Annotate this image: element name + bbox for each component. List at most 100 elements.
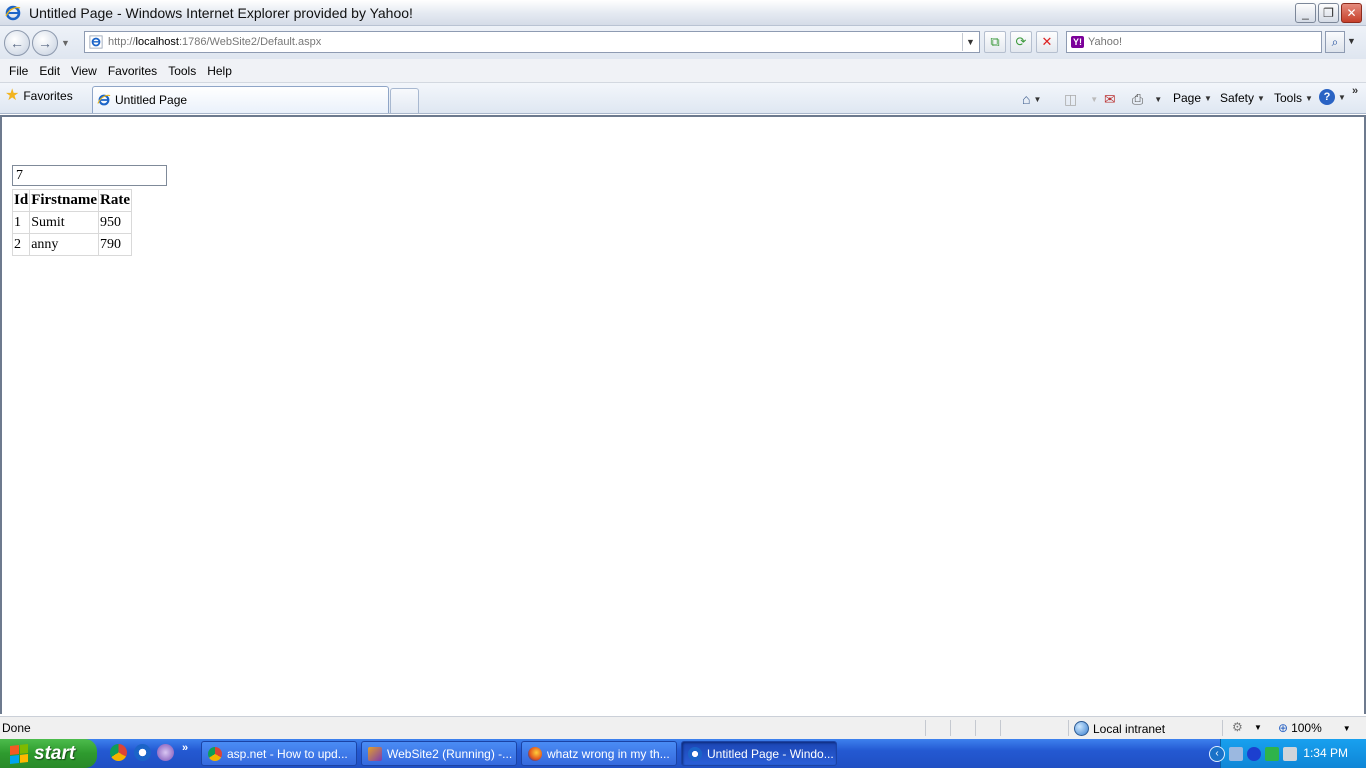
display-icon[interactable] <box>1283 746 1297 761</box>
taskbar-item-firefox[interactable]: whatz wrong in my th... <box>521 741 677 766</box>
favorites-label: Favorites <box>23 89 73 103</box>
back-button[interactable]: ← <box>4 29 30 56</box>
page-menu-label: Page <box>1173 91 1202 105</box>
search-icon[interactable]: ⌕ <box>1325 31 1345 53</box>
minimize-button[interactable]: _ <box>1295 3 1316 23</box>
search-options-dropdown-icon[interactable]: ▼ <box>1347 36 1356 46</box>
start-button[interactable]: start <box>0 739 97 768</box>
restore-button[interactable]: ❐ <box>1318 3 1339 23</box>
windows-taskbar: start » asp.net - How to upd... WebSite2… <box>0 739 1366 768</box>
grid-header-row: Id Firstname Rate <box>11 189 133 212</box>
status-text: Done <box>2 721 31 735</box>
ie-quicklaunch-icon[interactable] <box>134 744 151 761</box>
security-zone[interactable]: Local intranet <box>1074 721 1165 736</box>
bluetooth-icon[interactable] <box>1247 746 1261 761</box>
star-icon: ★ <box>5 87 20 104</box>
forward-button[interactable]: → <box>32 29 58 56</box>
protected-mode-icon[interactable]: ⚙ <box>1232 720 1243 734</box>
address-bar[interactable]: http://localhost:1786/WebSite2/Default.a… <box>84 31 980 53</box>
task-label: whatz wrong in my th... <box>547 746 670 761</box>
new-tab-button[interactable] <box>390 88 419 113</box>
help-button[interactable]: ? ▼ <box>1319 89 1346 105</box>
menu-edit[interactable]: Edit <box>39 64 60 78</box>
safety-menu-button[interactable]: Safety ▼ <box>1220 91 1265 105</box>
column-header-id: Id <box>11 189 31 212</box>
recent-pages-dropdown-icon[interactable]: ▼ <box>61 38 70 48</box>
tools-menu-label: Tools <box>1274 91 1303 105</box>
favorites-button[interactable]: ★ Favorites <box>5 87 73 104</box>
print-dropdown-icon[interactable]: ▼ <box>1154 95 1162 104</box>
column-header-rate: Rate <box>98 189 133 212</box>
zoom-dropdown-icon[interactable]: ▼ <box>1343 724 1351 733</box>
mail-icon: ✉ <box>1104 91 1116 107</box>
chevron-down-icon: ▼ <box>1257 93 1265 103</box>
taskbar-item-chrome[interactable]: asp.net - How to upd... <box>201 741 357 766</box>
taskbar-item-visual-studio[interactable]: WebSite2 (Running) -... <box>361 741 517 766</box>
ie-logo-icon <box>5 5 21 20</box>
start-label: start <box>34 742 76 764</box>
home-icon: ⌂ <box>1022 91 1031 107</box>
taskbar-item-ie[interactable]: Untitled Page - Windo... <box>681 741 837 766</box>
page-menu-button[interactable]: Page ▼ <box>1173 91 1212 105</box>
zoom-control[interactable]: ⊕ 100% ▼ <box>1278 721 1351 735</box>
ie-tab-icon <box>97 94 111 106</box>
zoom-icon: ⊕ <box>1278 721 1289 735</box>
window-title: Untitled Page - Windows Internet Explore… <box>29 4 413 21</box>
printer-icon: ⎙ <box>1132 91 1144 107</box>
home-dropdown-icon[interactable]: ▼ <box>1033 95 1041 104</box>
app-quicklaunch-icon[interactable] <box>157 744 174 761</box>
cell-firstname: Sumit <box>29 211 100 234</box>
ie-icon <box>688 746 702 761</box>
network-icon[interactable] <box>1229 746 1243 761</box>
data-grid: Id Firstname Rate 1 Sumit 950 2 anny 790 <box>11 189 133 256</box>
quicklaunch-overflow-chevron-icon[interactable]: » <box>182 742 188 754</box>
search-input[interactable] <box>1088 36 1308 48</box>
chrome-icon <box>208 746 222 761</box>
menu-help[interactable]: Help <box>207 64 232 78</box>
windows-flag-icon <box>10 743 28 764</box>
favorites-tab-bar: ★ Favorites Untitled Page ⌂ ▼ ◫ ▼ ✉ ⎙ ▼ Pag… <box>0 83 1366 114</box>
cell-firstname: anny <box>29 233 100 256</box>
compatibility-view-icon[interactable]: ⧉ <box>984 31 1006 53</box>
column-header-firstname: Firstname <box>29 189 100 212</box>
chevron-down-icon: ▼ <box>1338 92 1346 102</box>
table-row: 2 anny 790 <box>11 233 133 256</box>
stop-icon[interactable]: ✕ <box>1036 31 1058 53</box>
print-button[interactable]: ⎙ ▼ <box>1132 91 1162 108</box>
page-content: 7 Id Firstname Rate 1 Sumit 950 2 anny 7… <box>0 115 1366 714</box>
menu-view[interactable]: View <box>71 64 97 78</box>
safety-menu-label: Safety <box>1220 91 1255 105</box>
cell-rate: 790 <box>98 233 133 256</box>
refresh-icon[interactable]: ⟳ <box>1010 31 1032 53</box>
menu-tools[interactable]: Tools <box>168 64 196 78</box>
home-button[interactable]: ⌂ ▼ <box>1022 91 1041 107</box>
window-controls: _ ❐ ✕ <box>1295 3 1362 23</box>
yahoo-logo-icon: Y! <box>1071 36 1084 48</box>
read-mail-button[interactable]: ✉ <box>1104 91 1116 108</box>
address-dropdown-icon[interactable]: ▼ <box>962 33 978 51</box>
page-text-input[interactable]: 7 <box>12 165 167 186</box>
tab-untitled-page[interactable]: Untitled Page <box>92 86 389 113</box>
tools-menu-button[interactable]: Tools ▼ <box>1274 91 1313 105</box>
toolbar-overflow-chevron-icon[interactable]: » <box>1352 85 1358 97</box>
search-box[interactable]: Y! <box>1066 31 1322 53</box>
cell-id: 1 <box>11 211 31 234</box>
chrome-quicklaunch-icon[interactable] <box>110 744 127 761</box>
feeds-button[interactable]: ◫ ▼ <box>1064 91 1098 108</box>
system-tray: ‹ 1:34 PM <box>1209 739 1366 768</box>
table-row: 1 Sumit 950 <box>11 211 133 234</box>
cell-rate: 950 <box>98 211 133 234</box>
chevron-down-icon: ▼ <box>1204 93 1212 103</box>
menu-file[interactable]: File <box>9 64 28 78</box>
tray-collapse-icon[interactable]: ‹ <box>1209 745 1225 762</box>
rss-feed-icon: ◫ <box>1064 91 1078 107</box>
help-icon: ? <box>1319 89 1335 105</box>
security-tray-icon[interactable] <box>1265 746 1279 761</box>
address-url[interactable]: http://localhost:1786/WebSite2/Default.a… <box>108 36 321 48</box>
protected-mode-dropdown-icon[interactable]: ▼ <box>1254 723 1262 732</box>
status-bar: Done Local intranet ⚙ ▼ ⊕ 100% ▼ <box>0 716 1366 739</box>
menu-favorites[interactable]: Favorites <box>108 64 157 78</box>
task-label: Untitled Page - Windo... <box>707 746 834 761</box>
clock: 1:34 PM <box>1303 746 1348 760</box>
close-button[interactable]: ✕ <box>1341 3 1362 23</box>
